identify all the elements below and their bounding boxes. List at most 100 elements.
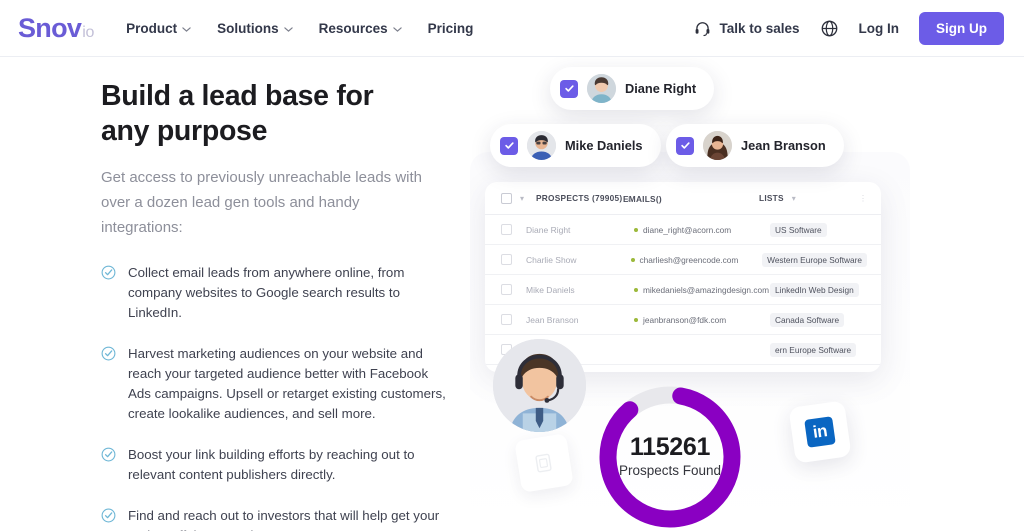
prospects-found-count: 115261 — [629, 433, 711, 461]
avatar — [587, 74, 616, 103]
avatar — [703, 131, 732, 160]
email-text: diane_right@acorn.com — [643, 224, 732, 235]
cell-list-tag: ern Europe Software — [770, 342, 857, 357]
check-circle-icon — [101, 265, 116, 280]
checkbox-checked-icon[interactable] — [560, 79, 578, 98]
status-dot-icon — [634, 227, 638, 232]
nav-item-resources[interactable]: Resources — [319, 21, 402, 36]
email-text: jeanbranson@fdk.com — [643, 314, 727, 325]
cell-prospect-name: Charlie Show — [526, 254, 577, 265]
nav-item-solutions[interactable]: Solutions — [217, 21, 293, 36]
list-item: Collect email leads from anywhere online… — [101, 263, 451, 323]
feature-text: Find and reach out to investors that wil… — [128, 508, 440, 531]
nav-item-product[interactable]: Product — [126, 21, 191, 36]
select-all-checkbox[interactable] — [501, 192, 512, 204]
cell-list-tag: LinkedIn Web Design — [770, 282, 859, 297]
chevron-down-icon — [283, 25, 293, 34]
checkbox-checked-icon[interactable] — [500, 136, 518, 155]
contact-name: Mike Daniels — [565, 138, 643, 153]
site-header: Snov io Product Solutions Resources Pric… — [0, 0, 1024, 57]
column-emails: EMAILS() — [623, 189, 759, 207]
row-checkbox[interactable] — [501, 224, 512, 235]
nav-label-product: Product — [126, 20, 178, 36]
document-icon — [535, 453, 552, 473]
support-agent-avatar — [493, 339, 586, 432]
login-link[interactable]: Log In — [859, 21, 900, 36]
table-settings-icon[interactable]: ⋮ — [859, 194, 867, 203]
row-checkbox[interactable] — [501, 284, 512, 295]
prospects-found-caption: Prospects Found — [618, 463, 722, 478]
contact-pill-diane[interactable]: Diane Right — [550, 67, 715, 110]
column-header-emails: EMAILS() — [623, 194, 662, 204]
avatar — [527, 131, 556, 160]
feature-text: Collect email leads from anywhere online… — [128, 265, 405, 320]
nav-item-pricing[interactable]: Pricing — [428, 21, 474, 36]
table-row[interactable]: Charlie Show charliesh@greencode.com Wes… — [485, 245, 881, 275]
chevron-down-icon — [392, 25, 402, 34]
feature-text: Harvest marketing audiences on your webs… — [128, 346, 446, 421]
column-header-prospects: PROSPECTS (79905) — [536, 193, 623, 203]
cell-email: jeanbranson@fdk.com — [634, 315, 770, 325]
status-dot-icon — [634, 287, 638, 292]
floating-mini-card — [514, 433, 574, 493]
nav-label-solutions: Solutions — [217, 20, 279, 36]
contact-pill-mike[interactable]: Mike Daniels — [490, 124, 661, 167]
row-checkbox[interactable] — [501, 314, 512, 325]
check-circle-icon — [101, 447, 116, 462]
feature-text: Boost your link building efforts by reac… — [128, 447, 415, 482]
list-item: Find and reach out to investors that wil… — [101, 506, 451, 531]
feature-list: Collect email leads from anywhere online… — [101, 263, 470, 531]
column-prospects: ▾ PROSPECTS (79905) ↓ — [501, 192, 630, 204]
contact-name: Jean Branson — [741, 138, 826, 153]
chevron-down-icon — [182, 25, 191, 34]
column-header-lists: LISTS — [759, 193, 784, 203]
logo[interactable]: Snov io — [18, 13, 94, 44]
globe-icon — [820, 19, 839, 38]
nav-label-resources: Resources — [318, 20, 388, 36]
check-circle-icon — [101, 508, 116, 523]
talk-to-sales-label: Talk to sales — [719, 20, 800, 36]
email-text: mikedaniels@amazingdesign.com — [643, 284, 770, 295]
cell-email: diane_right@acorn.com — [634, 225, 770, 235]
cell-prospect-name: Mike Daniels — [526, 284, 575, 295]
cell-email: charliesh@greencode.com — [630, 254, 763, 265]
cell-prospect-name: Jean Branson — [526, 314, 579, 325]
cell-email: mikedaniels@amazingdesign.com — [634, 285, 770, 295]
table-row[interactable]: Mike Daniels mikedaniels@amazingdesign.c… — [485, 275, 881, 305]
status-dot-icon — [634, 317, 638, 322]
main-navigation: Product Solutions Resources Pricing — [126, 21, 473, 36]
table-header-row: ▾ PROSPECTS (79905) ↓ EMAILS() LISTS ▾ ⋮ — [485, 182, 881, 215]
chevron-down-icon[interactable]: ▾ — [792, 194, 796, 203]
nav-label-pricing: Pricing — [427, 20, 474, 36]
hero-copy: Build a lead base for any purpose Get ac… — [0, 57, 470, 531]
check-circle-icon — [101, 346, 116, 361]
checkbox-checked-icon[interactable] — [676, 136, 694, 155]
cell-list-tag: Canada Software — [770, 312, 845, 327]
language-selector[interactable] — [820, 19, 839, 38]
list-item: Harvest marketing audiences on your webs… — [101, 344, 451, 424]
hero-section: Build a lead base for any purpose Get ac… — [0, 57, 1024, 531]
contact-pill-jean[interactable]: Jean Branson — [666, 124, 844, 167]
status-dot-icon — [630, 257, 635, 262]
prospects-donut-chart: 115261 Prospects Found — [590, 377, 750, 531]
talk-to-sales-button[interactable]: Talk to sales — [694, 20, 800, 37]
chevron-down-icon[interactable]: ▾ — [520, 194, 524, 203]
cell-list-tag: US Software — [770, 222, 827, 237]
hero-subtitle: Get access to previously unreachable lea… — [101, 169, 423, 236]
page-title: Build a lead base for any purpose — [101, 80, 374, 147]
contact-name: Diane Right — [625, 81, 697, 96]
list-item: Boost your link building efforts by reac… — [101, 445, 451, 485]
email-text: charliesh@greencode.com — [639, 254, 739, 265]
logo-suffix: io — [82, 23, 95, 41]
signup-button[interactable]: Sign Up — [919, 11, 1004, 45]
table-row[interactable]: Diane Right diane_right@acorn.com US Sof… — [485, 215, 881, 245]
row-checkbox[interactable] — [501, 254, 512, 265]
donut-center-label: 115261 Prospects Found — [590, 433, 750, 480]
column-lists: LISTS ▾ ⋮ — [759, 193, 867, 203]
cell-prospect-name: Diane Right — [526, 224, 571, 235]
table-row[interactable]: Jean Branson jeanbranson@fdk.com Canada … — [485, 305, 881, 335]
linkedin-badge-card: in — [788, 400, 852, 464]
header-actions: Talk to sales Log In Sign Up — [694, 11, 1004, 45]
logo-text: Snov — [18, 12, 82, 43]
cell-list-tag: Western Europe Software — [762, 252, 867, 267]
